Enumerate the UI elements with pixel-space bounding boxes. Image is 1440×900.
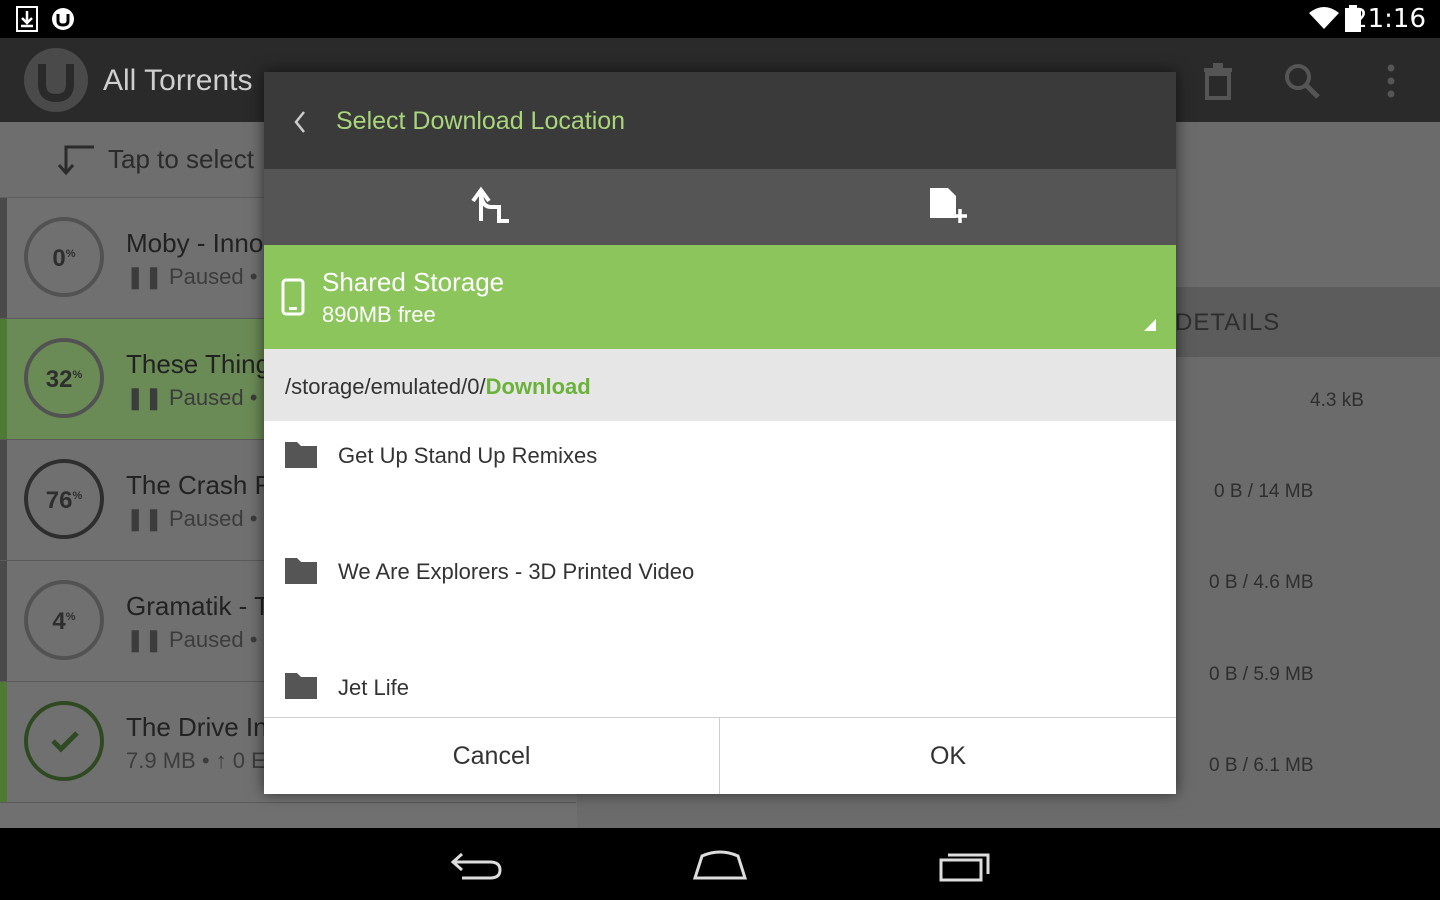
search-icon[interactable]: [1283, 62, 1321, 100]
torrent-name: The Crash R: [126, 470, 274, 500]
dialog-title: Select Download Location: [336, 107, 626, 135]
current-path-bar: /storage/emulated/0/Download: [264, 349, 1176, 421]
cancel-button[interactable]: Cancel: [264, 718, 720, 794]
dialog-header: Select Download Location: [264, 72, 1176, 169]
progress-ring: 0%: [24, 217, 104, 297]
tap-to-select-label: Tap to select: [108, 144, 254, 174]
file-size: 0 B / 4.6 MB: [1209, 572, 1314, 593]
folder-name: Jet Life: [338, 675, 409, 700]
utorrent-logo-icon[interactable]: [22, 46, 90, 114]
torrent-name: Gramatik - T: [126, 591, 270, 621]
storage-selector[interactable]: Shared Storage 890MB free: [264, 245, 1176, 349]
folder-icon: [285, 442, 317, 468]
dialog-toolbar: [264, 169, 1176, 245]
wifi-icon: [1309, 7, 1339, 29]
navigation-bar: [0, 828, 1440, 900]
select-download-location-dialog: Select Download Location Shared Storage …: [264, 72, 1176, 794]
torrent-status: 7.9 MB • ↑ 0 E: [126, 748, 266, 773]
back-nav-icon[interactable]: [450, 850, 504, 882]
folder-icon: [285, 673, 317, 699]
utorrent-notification-icon: [52, 8, 74, 30]
folder-name: Get Up Stand Up Remixes: [338, 443, 598, 468]
select-arrow-icon: [57, 145, 94, 176]
download-notification-icon: [16, 6, 38, 32]
delete-icon[interactable]: [1200, 62, 1236, 100]
home-nav-icon[interactable]: [692, 850, 748, 882]
folder-list-item[interactable]: Get Up Stand Up Remixes: [264, 421, 1176, 538]
folder-name: We Are Explorers - 3D Printed Video: [338, 559, 695, 584]
new-folder-icon[interactable]: [928, 185, 970, 225]
current-path: /storage/emulated/0/Download: [285, 374, 591, 399]
storage-free-space: 890MB free: [322, 302, 436, 327]
parent-folder-icon[interactable]: [471, 185, 511, 225]
dropdown-corner-icon: [1144, 319, 1156, 331]
dialog-button-bar: Cancel OK: [264, 717, 1176, 794]
clock: 21:16: [1351, 4, 1426, 34]
current-folder-name: Download: [485, 374, 591, 399]
back-chevron-icon[interactable]: [292, 110, 308, 134]
torrent-name: Moby - Innoc: [126, 228, 277, 258]
torrent-name: The Drive In: [126, 712, 268, 742]
file-size: 0 B / 5.9 MB: [1209, 664, 1314, 685]
folder-icon: [285, 558, 317, 584]
app-title: All Torrents: [103, 64, 253, 97]
status-bar: 21:16: [0, 0, 1440, 38]
complete-check-icon: [51, 731, 79, 753]
folder-list-item[interactable]: Jet Life: [264, 653, 1176, 717]
storage-name: Shared Storage: [322, 267, 505, 297]
file-size: 0 B / 14 MB: [1214, 481, 1314, 502]
folder-list-item[interactable]: We Are Explorers - 3D Printed Video: [264, 537, 1176, 654]
file-size: 4.3 kB: [1310, 390, 1364, 411]
progress-ring: 32%: [24, 338, 104, 418]
overflow-menu-icon[interactable]: [1384, 62, 1398, 100]
ok-button[interactable]: OK: [720, 718, 1176, 794]
phone-icon: [281, 278, 305, 316]
recent-apps-nav-icon[interactable]: [938, 850, 992, 882]
progress-ring: 76%: [24, 459, 104, 539]
progress-ring: [24, 701, 104, 781]
progress-ring: 4%: [24, 580, 104, 660]
torrent-name: These Thing: [126, 349, 271, 379]
file-size: 0 B / 6.1 MB: [1209, 755, 1314, 776]
